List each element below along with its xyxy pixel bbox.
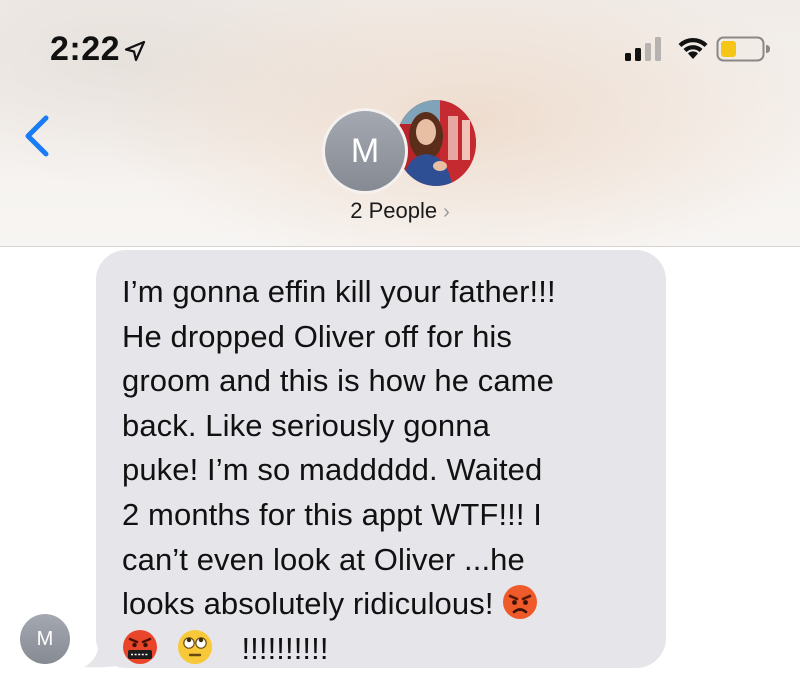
message-text: I’m gonna effin kill your father!!! He d…	[122, 270, 640, 671]
message-line: back. Like seriously gonna	[122, 407, 490, 443]
cursing-face-icon	[123, 629, 157, 664]
contact-photo-avatar[interactable]	[396, 100, 476, 186]
incoming-message-bubble[interactable]: I’m gonna effin kill your father!!! He d…	[96, 250, 666, 668]
message-line: can’t even look at Oliver ...he	[122, 541, 525, 577]
wifi-icon	[678, 37, 708, 59]
status-time: 2:22	[50, 30, 121, 68]
conversation-header: 2:22 M 2 People ›	[0, 0, 800, 247]
message-line: puke! I’m so maddddd. Waited	[122, 452, 543, 488]
message-line: groom and this is how he came	[122, 363, 554, 399]
message-line: 2 months for this appt WTF!!! I	[122, 496, 543, 532]
message-line: He dropped Oliver off for his	[122, 318, 513, 354]
message-line: looks absolutely ridiculous!	[122, 586, 494, 622]
angry-face-icon	[503, 585, 538, 620]
back-chevron-icon[interactable]	[18, 112, 58, 160]
cellular-signal-icon	[625, 37, 661, 61]
messages-screen: 2:22 M 2 People › I’m gonna effin kill y…	[0, 0, 800, 673]
exclamation-text: !!!!!!!!!!	[241, 630, 329, 666]
chevron-right-icon: ›	[443, 201, 450, 223]
message-line: I’m gonna effin kill your father!!!	[122, 274, 556, 309]
status-bar: 2:22	[0, 0, 800, 90]
battery-icon	[716, 36, 770, 62]
group-details-button[interactable]: 2 People ›	[0, 198, 800, 224]
eye-roll-face-icon	[177, 629, 212, 664]
sender-avatar-m[interactable]: M	[20, 614, 70, 664]
location-arrow-icon	[124, 40, 146, 62]
group-title-label: 2 People	[350, 198, 438, 223]
message-emoji-line: !!!!!!!!!!	[122, 627, 640, 672]
person-photo-icon	[396, 100, 476, 186]
message-line-with-emoji: looks absolutely ridiculous!	[122, 582, 640, 627]
group-avatar-m[interactable]: M	[322, 108, 408, 194]
